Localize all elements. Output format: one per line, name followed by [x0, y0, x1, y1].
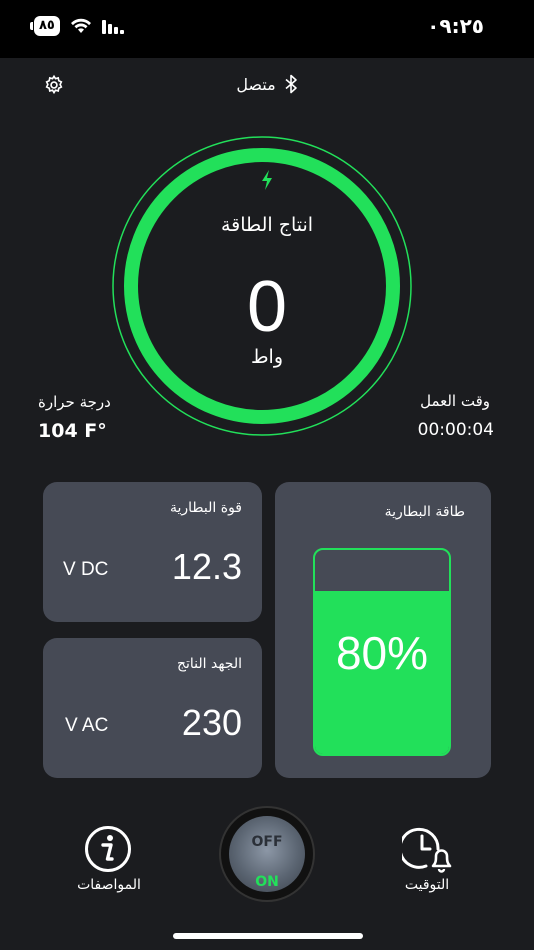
- temperature-value: 104 F°: [38, 420, 107, 442]
- status-bar: ٨٥ ٠٩:٢٥: [0, 0, 534, 58]
- battery-level-text: ٨٥: [34, 16, 60, 36]
- battery-voltage-title: قوة البطارية: [169, 500, 242, 516]
- battery-indicator: ٨٥: [30, 16, 60, 36]
- output-voltage-card: الجهد الناتج 230 V AC: [43, 638, 262, 778]
- runtime-value: 00:00:04: [417, 420, 494, 440]
- status-time: ٠٩:٢٥: [427, 14, 484, 38]
- runtime-label: وقت العمل: [420, 392, 490, 410]
- power-switch-knob[interactable]: OFF ON: [229, 816, 305, 892]
- signal-icon: [101, 20, 124, 34]
- battery-level-card: طاقة البطارية 80%: [275, 482, 491, 778]
- info-icon[interactable]: [84, 825, 132, 873]
- temperature-label: درجة حرارة: [38, 393, 111, 411]
- clock-bell-icon[interactable]: [402, 825, 454, 873]
- battery-voltage-card: قوة البطارية 12.3 V DC: [43, 482, 262, 622]
- connection-status: متصل: [0, 74, 534, 94]
- home-indicator: [173, 933, 363, 939]
- battery-percent: 80%: [335, 627, 429, 679]
- gauge-title: انتاج الطاقة: [220, 214, 314, 236]
- nav-timer-label[interactable]: التوقيت: [367, 877, 487, 893]
- battery-voltage-value: 12.3: [171, 546, 242, 587]
- output-voltage-title: الجهد الناتج: [176, 656, 242, 672]
- nav-specs-label[interactable]: المواصفات: [49, 877, 169, 893]
- gauge-unit: واط: [250, 346, 284, 368]
- battery-nub: [30, 22, 33, 30]
- switch-off-label: OFF: [251, 834, 283, 850]
- status-icons: ٨٥: [30, 16, 124, 36]
- power-switch[interactable]: OFF ON: [221, 808, 313, 900]
- bluetooth-icon: [285, 74, 297, 94]
- battery-gauge: 80%: [313, 548, 451, 756]
- battery-level-title: طاقة البطارية: [384, 504, 465, 520]
- wifi-icon: [70, 18, 91, 33]
- lightning-icon: [262, 170, 272, 190]
- output-voltage-unit: V AC: [65, 715, 109, 736]
- connection-label: متصل: [236, 74, 276, 94]
- battery-voltage-unit: V DC: [63, 559, 109, 580]
- gauge-value: 0: [246, 267, 288, 347]
- switch-on-label: ON: [255, 874, 279, 890]
- output-voltage-value: 230: [181, 702, 242, 743]
